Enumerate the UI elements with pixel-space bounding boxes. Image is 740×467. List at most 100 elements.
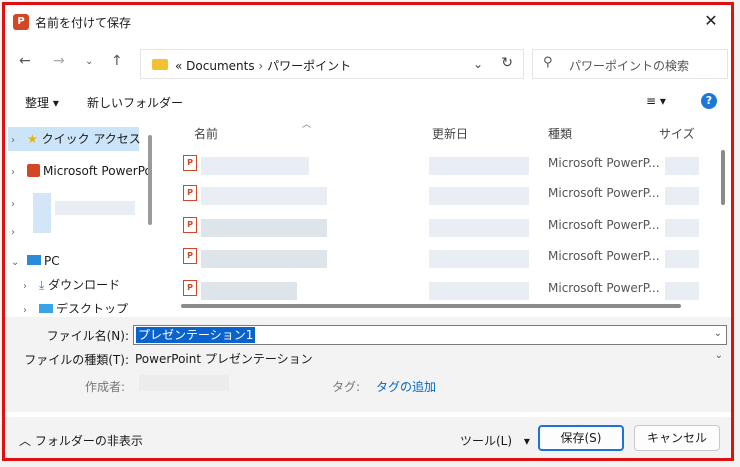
download-icon: ⤓ bbox=[39, 278, 45, 292]
column-header-type[interactable]: 種類 bbox=[548, 125, 572, 142]
chevron-right-icon[interactable]: › bbox=[23, 275, 39, 299]
chevron-down-icon[interactable]: ⌄ bbox=[714, 328, 722, 339]
filename-value: プレゼンテーション1 bbox=[136, 327, 256, 343]
save-button[interactable]: 保存(S) bbox=[538, 425, 624, 451]
hide-folders-button[interactable]: ︿ フォルダーの非表示 bbox=[19, 432, 143, 449]
table-row[interactable]: P Microsoft PowerP... bbox=[157, 274, 717, 308]
address-bar[interactable]: « Documents › パワーポイント ⌄ ↻ bbox=[140, 49, 524, 79]
redacted-area bbox=[665, 250, 699, 268]
nav-item-quick-access[interactable]: › ★ クイック アクセス bbox=[8, 127, 141, 153]
forward-arrow-icon[interactable]: → bbox=[53, 53, 65, 69]
redacted-area bbox=[429, 282, 529, 300]
recent-locations-chevron-icon[interactable]: ⌄ bbox=[85, 56, 93, 67]
title-bar: P 名前を付けて保存 ✕ bbox=[5, 5, 731, 39]
redacted-area bbox=[665, 282, 699, 300]
filetype-label: ファイルの種類(T): bbox=[24, 353, 129, 367]
search-box[interactable]: ⚲ パワーポイントの検索 bbox=[532, 49, 728, 79]
nav-item-microsoft-powerpoint[interactable]: ›Microsoft PowerPoint bbox=[11, 159, 153, 183]
help-icon[interactable]: ? bbox=[701, 93, 717, 109]
filename-label: ファイル名(N): bbox=[46, 329, 129, 343]
desktop-icon bbox=[39, 304, 53, 313]
search-icon: ⚲ bbox=[543, 55, 553, 70]
pptx-file-icon: P bbox=[183, 185, 197, 201]
nav-item-pc[interactable]: ⌄ PC bbox=[11, 249, 60, 273]
refresh-icon[interactable]: ↻ bbox=[501, 55, 513, 71]
column-header-size[interactable]: サイズ bbox=[659, 125, 695, 142]
nav-item-hidden-2[interactable]: › bbox=[11, 219, 27, 243]
view-options-button[interactable]: ≡ ▾ bbox=[646, 94, 666, 108]
pptx-file-icon: P bbox=[183, 155, 197, 171]
table-row[interactable]: P Microsoft PowerP... bbox=[157, 211, 717, 245]
horizontal-scrollbar[interactable] bbox=[181, 304, 681, 308]
monitor-icon bbox=[27, 255, 41, 265]
pptx-file-icon: P bbox=[183, 217, 197, 233]
table-row[interactable]: P Microsoft PowerP... bbox=[157, 242, 717, 276]
redacted-area bbox=[33, 193, 51, 233]
file-type: Microsoft PowerP... bbox=[548, 186, 660, 200]
nav-item-downloads[interactable]: › ⤓ ダウンロード bbox=[23, 273, 120, 297]
navigation-bar: ← → ⌄ ↑ « Documents › パワーポイント ⌄ ↻ ⚲ パワーポ… bbox=[5, 43, 731, 83]
table-row[interactable]: P Microsoft PowerP... bbox=[157, 149, 717, 183]
tools-menu[interactable]: ツール(L) ▾ bbox=[460, 432, 530, 449]
pptx-file-icon: P bbox=[183, 248, 197, 264]
filename-input[interactable]: プレゼンテーション1 ⌄ bbox=[133, 325, 727, 345]
redacted-area bbox=[55, 201, 135, 215]
redacted-area bbox=[429, 187, 529, 205]
redacted-area bbox=[201, 187, 327, 205]
author-label: 作成者: bbox=[84, 380, 125, 394]
file-type: Microsoft PowerP... bbox=[548, 156, 660, 170]
chevron-down-icon[interactable]: ⌄ bbox=[473, 57, 483, 71]
file-type: Microsoft PowerP... bbox=[548, 281, 660, 295]
back-arrow-icon[interactable]: ← bbox=[19, 53, 31, 69]
chevron-right-icon[interactable]: › bbox=[23, 299, 39, 313]
breadcrumb-documents[interactable]: Documents bbox=[186, 59, 254, 73]
chevron-right-icon[interactable]: › bbox=[11, 129, 27, 153]
redacted-area bbox=[139, 375, 229, 391]
redacted-area bbox=[429, 219, 529, 237]
caret-down-icon: ▾ bbox=[523, 434, 530, 448]
powerpoint-icon bbox=[27, 164, 40, 177]
nav-item-desktop[interactable]: › デスクトップ bbox=[23, 297, 128, 313]
column-header-name[interactable]: 名前 bbox=[194, 125, 218, 142]
new-folder-button[interactable]: 新しいフォルダー bbox=[87, 94, 183, 111]
folder-icon bbox=[152, 59, 168, 70]
nav-scrollbar[interactable] bbox=[148, 135, 152, 225]
chevron-up-icon: ︿ bbox=[19, 434, 32, 448]
star-icon: ★ bbox=[27, 132, 38, 146]
close-icon[interactable]: ✕ bbox=[699, 10, 723, 32]
search-placeholder: パワーポイントの検索 bbox=[569, 59, 690, 73]
sort-up-icon: ︿ bbox=[302, 120, 312, 130]
breadcrumb: « Documents › パワーポイント bbox=[175, 59, 352, 73]
dialog-title: 名前を付けて保存 bbox=[35, 16, 132, 30]
filetype-value: PowerPoint プレゼンテーション bbox=[135, 352, 313, 366]
redacted-area bbox=[429, 250, 529, 268]
table-row[interactable]: P Microsoft PowerP... bbox=[157, 179, 717, 213]
redacted-area bbox=[201, 219, 327, 237]
file-type: Microsoft PowerP... bbox=[548, 249, 660, 263]
chevron-right-icon[interactable]: › bbox=[11, 221, 27, 245]
redacted-area bbox=[665, 219, 699, 237]
save-form: ファイル名(N): プレゼンテーション1 ⌄ ファイルの種類(T): Power… bbox=[5, 317, 731, 412]
up-arrow-icon[interactable]: ↑ bbox=[111, 53, 123, 69]
bottom-bar: ︿ フォルダーの非表示 ツール(L) ▾ 保存(S) キャンセル bbox=[5, 417, 731, 458]
save-as-dialog: P 名前を付けて保存 ✕ ← → ⌄ ↑ « Documents › パワーポイ… bbox=[2, 2, 734, 461]
nav-item-hidden-1[interactable]: › bbox=[11, 191, 27, 215]
vertical-scrollbar[interactable] bbox=[721, 150, 725, 205]
redacted-area bbox=[201, 282, 297, 300]
pptx-file-icon: P bbox=[183, 280, 197, 296]
breadcrumb-powerpoint[interactable]: パワーポイント bbox=[267, 59, 351, 73]
file-type: Microsoft PowerP... bbox=[548, 218, 660, 232]
navigation-pane: ›★ クイック アクセス ›Microsoft PowerPoint › › ⌄… bbox=[5, 121, 153, 313]
chevron-down-icon[interactable]: ⌄ bbox=[11, 251, 27, 275]
cancel-button[interactable]: キャンセル bbox=[634, 425, 720, 451]
add-tag-link[interactable]: タグの追加 bbox=[376, 378, 436, 395]
chevron-right-icon[interactable]: › bbox=[11, 193, 27, 217]
chevron-down-icon[interactable]: ⌄ bbox=[715, 350, 723, 361]
column-header-modified[interactable]: 更新日 bbox=[432, 125, 468, 142]
filetype-select[interactable]: PowerPoint プレゼンテーション ⌄ bbox=[133, 348, 727, 368]
redacted-area bbox=[665, 157, 699, 175]
redacted-area bbox=[665, 187, 699, 205]
chevron-right-icon[interactable]: › bbox=[11, 161, 27, 185]
organize-button[interactable]: 整理 ▾ bbox=[25, 94, 59, 111]
command-bar: 整理 ▾ 新しいフォルダー ≡ ▾ ? bbox=[5, 87, 731, 117]
